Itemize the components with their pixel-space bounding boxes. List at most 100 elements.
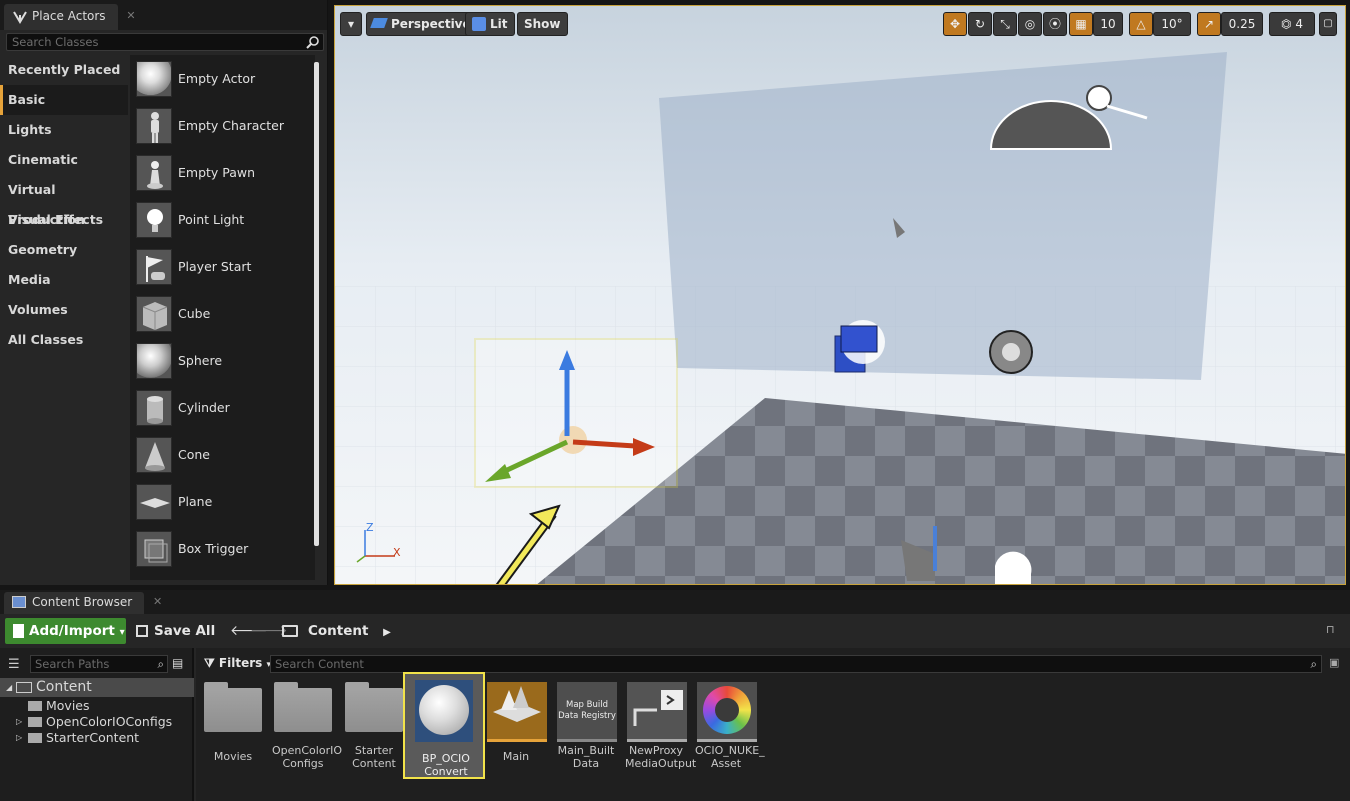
actor-item-label: Sphere (178, 353, 223, 368)
search-paths-input[interactable]: Search Paths ⌕ (30, 655, 168, 673)
actor-item-cylinder[interactable]: Cylinder (130, 384, 315, 431)
asset-tile-main-built-data[interactable]: Map Build Data Registry Main_Built Data (555, 682, 617, 772)
breadcrumb-content: Content (308, 623, 369, 639)
category-volumes[interactable]: Volumes (0, 295, 128, 325)
show-button[interactable]: Show (517, 12, 568, 36)
category-media[interactable]: Media (0, 265, 128, 295)
tree-item-startercontent[interactable]: ▷ StarterContent (0, 730, 194, 746)
close-icon[interactable]: ✕ (126, 4, 135, 28)
expand-arrow-icon: ◢ (6, 683, 13, 692)
actor-item-label: Box Trigger (178, 541, 249, 556)
rotation-snap-label: 10° (1161, 17, 1183, 31)
actor-item-cone[interactable]: Cone (130, 431, 315, 478)
actor-item-player-start[interactable]: Player Start (130, 243, 315, 290)
camera-speed-button[interactable]: ⏣ 4 (1269, 12, 1315, 36)
category-visual-effects[interactable]: Visual Effects (0, 205, 128, 235)
asset-tile-main[interactable]: Main (485, 682, 547, 772)
search-icon: ⌕ (157, 657, 164, 671)
pawn-thumbnail-icon (136, 155, 172, 191)
actor-item-label: Empty Actor (178, 71, 256, 86)
asset-label: Starter Content (352, 744, 396, 770)
asset-tile-newproxy-mediaoutput[interactable]: NewProxy MediaOutput (625, 682, 696, 772)
sphere-icon (136, 343, 172, 379)
media-output-icon (627, 682, 687, 742)
filters-button[interactable]: ⧩ Filters ▾ (204, 656, 271, 671)
actor-item-label: Cone (178, 447, 210, 462)
actor-item-empty-character[interactable]: Empty Character (130, 102, 315, 149)
expand-arrow-icon: ▷ (16, 733, 23, 742)
actor-item-empty-actor[interactable]: Empty Actor (130, 55, 315, 102)
surface-snap-icon[interactable]: ⦿ (1043, 12, 1067, 36)
content-browser-tab[interactable]: Content Browser ✕ (4, 592, 162, 614)
folder-icon (28, 733, 42, 743)
search-content-input[interactable]: Search Content ⌕ (270, 655, 1322, 673)
category-all-classes[interactable]: All Classes (0, 325, 128, 355)
breadcrumb[interactable]: Content ▶ (282, 623, 391, 639)
rotation-snap-icon[interactable]: △ (1129, 12, 1153, 36)
close-icon[interactable]: ✕ (153, 592, 162, 612)
actor-item-label: Plane (178, 494, 213, 509)
tree-label-opencolorioconfigs: OpenColorIOConfigs (46, 714, 173, 729)
actor-item-sphere[interactable]: Sphere (130, 337, 315, 384)
save-all-button[interactable]: Save All (136, 623, 215, 639)
scale-snap-value[interactable]: 0.25 (1221, 12, 1263, 36)
asset-tile-opencolorio-configs[interactable]: OpenColorIO Configs (272, 682, 342, 772)
asset-label: Movies (213, 750, 253, 763)
tree-item-opencolorioconfigs[interactable]: ▷ OpenColorIOConfigs (0, 714, 194, 730)
chevron-down-icon: ▾ (347, 17, 355, 31)
place-actors-tabbar: Place Actors ✕ (0, 0, 327, 30)
category-geometry[interactable]: Geometry (0, 235, 128, 265)
category-virtual-production[interactable]: Virtual Production (0, 175, 128, 227)
category-cinematic[interactable]: Cinematic (0, 145, 128, 175)
lock-icon[interactable]: ⊓ (1326, 623, 1335, 636)
tree-item-movies[interactable]: Movies (0, 698, 194, 714)
perspective-button[interactable]: Perspective (366, 12, 478, 36)
rotate-tool-icon[interactable]: ↻ (968, 12, 992, 36)
view-options-icon[interactable]: ▤ (172, 656, 183, 670)
save-search-icon[interactable]: ▣ (1329, 656, 1339, 669)
scale-tool-icon[interactable]: ⤡ (993, 12, 1017, 36)
show-label: Show (524, 17, 561, 31)
folder-icon (28, 701, 42, 711)
asset-tile-ocio-nuke-asset[interactable]: OCIO_NUKE_ Asset (695, 682, 765, 772)
sources-toggle-icon[interactable]: ☰ (8, 657, 20, 672)
grid-snap-icon[interactable]: ▦ (1069, 12, 1093, 36)
actor-item-plane[interactable]: Plane (130, 478, 315, 525)
maximize-viewport-icon[interactable]: ▢ (1319, 12, 1337, 36)
world-local-icon[interactable]: ◎ (1018, 12, 1042, 36)
camera-speed-label: 4 (1295, 17, 1303, 31)
scale-snap-icon[interactable]: ↗ (1197, 12, 1221, 36)
actor-item-box-trigger[interactable]: Box Trigger (130, 525, 315, 572)
add-import-button[interactable]: Add/Import ▾ (5, 618, 126, 644)
asset-label: BP_OCIO Convert (422, 752, 470, 778)
cylinder-icon (136, 390, 172, 426)
asset-tile-starter-content[interactable]: Starter Content (343, 682, 405, 772)
viewport-options-button[interactable]: ▾ (340, 12, 362, 36)
actor-item-point-light[interactable]: Point Light (130, 196, 315, 243)
level-viewport[interactable]: Z X ▾ Perspective Lit Show ✥ ↻ ⤡ ◎ ⦿ ▦ 1… (334, 5, 1346, 585)
category-recently-placed[interactable]: Recently Placed (0, 55, 128, 85)
search-classes-input[interactable]: Search Classes (6, 33, 324, 51)
rotation-snap-value[interactable]: 10° (1153, 12, 1191, 36)
asset-tile-movies[interactable]: Movies (202, 682, 264, 772)
place-actors-tab[interactable]: Place Actors ✕ (4, 4, 136, 30)
actor-item-empty-pawn[interactable]: Empty Pawn (130, 149, 315, 196)
actor-list-scrollbar[interactable] (314, 62, 319, 546)
category-basic[interactable]: Basic (0, 85, 128, 115)
grid-snap-value[interactable]: 10 (1093, 12, 1123, 36)
chevron-right-icon[interactable]: ▶ (383, 627, 391, 638)
category-lights[interactable]: Lights (0, 115, 128, 145)
asset-label: Main_Built Data (557, 744, 615, 770)
search-paths-placeholder: Search Paths (35, 657, 110, 671)
lit-button[interactable]: Lit (465, 12, 515, 36)
content-browser-icon (12, 596, 26, 608)
lit-cube-icon (472, 17, 486, 31)
lit-label: Lit (490, 17, 508, 31)
tree-item-content[interactable]: ◢ Content (0, 678, 194, 697)
actor-item-cube[interactable]: Cube (130, 290, 315, 337)
actor-item-label: Empty Pawn (178, 165, 256, 180)
translate-tool-icon[interactable]: ✥ (943, 12, 967, 36)
asset-tile-bp-ocio-convert[interactable]: BP_OCIO Convert (403, 672, 485, 779)
new-file-icon (13, 624, 24, 638)
asset-label: Main (502, 750, 530, 763)
